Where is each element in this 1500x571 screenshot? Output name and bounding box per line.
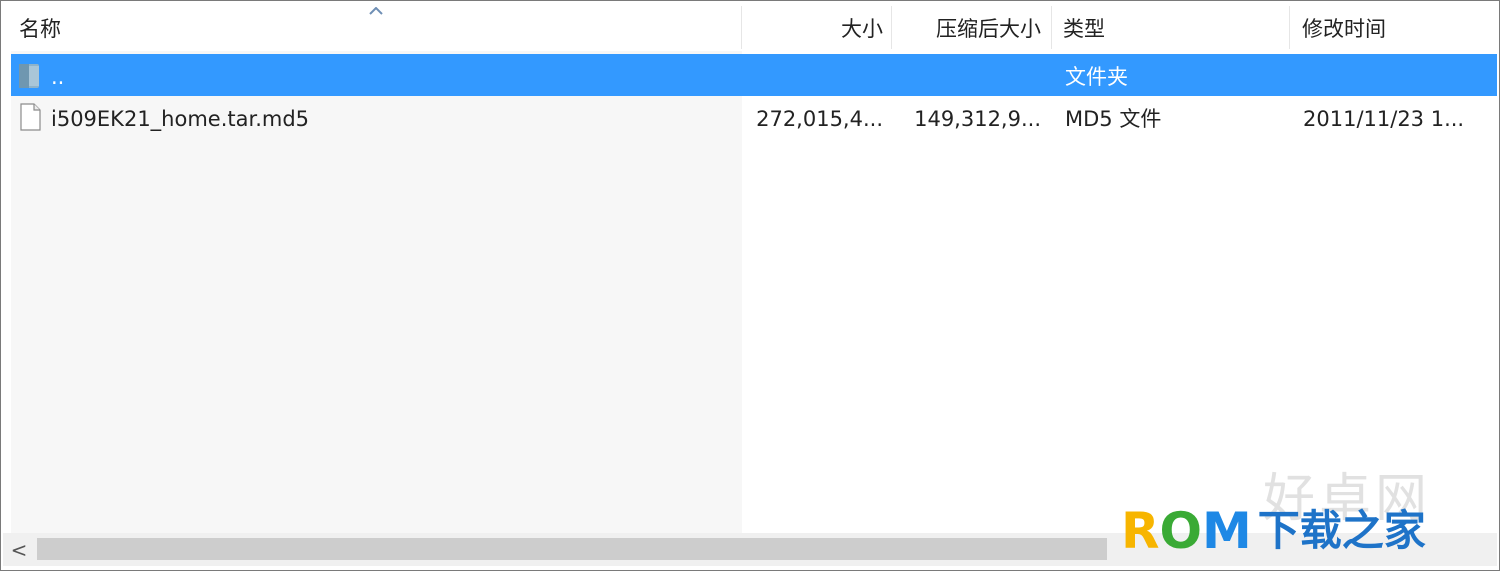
file-packed-size: 149,312,9... [914,107,1041,131]
file-size [742,54,883,96]
list-item-file[interactable]: i509EK21_home.tar.md5 272,015,4... 149,3… [11,96,1497,138]
watermark-rom-text: ROM [1121,502,1252,560]
column-header-bar: 名称 大小 压缩后大小 类型 修改时间 [11,6,1489,49]
column-header-type[interactable]: 类型 [1063,6,1283,49]
file-name: i509EK21_home.tar.md5 [51,107,310,131]
column-header-name[interactable]: 名称 [19,6,399,49]
column-header-modified[interactable]: 修改时间 [1302,6,1482,49]
file-type: 文件夹 [1065,65,1128,89]
folder-icon [19,64,39,88]
file-size: 272,015,4... [756,107,883,131]
scrollbar-thumb[interactable] [37,538,1107,560]
column-header-size[interactable]: 大小 [742,6,883,49]
watermark-download-home-text: 下载之家 [1257,506,1426,555]
file-modified [1303,54,1483,96]
file-type: MD5 文件 [1065,107,1162,131]
file-packed-size [892,54,1041,96]
column-divider[interactable] [1289,6,1290,49]
archive-file-list-window: 名称 大小 压缩后大小 类型 修改时间 .. 文件夹 i509EK21_home… [0,0,1500,571]
column-header-packed-size[interactable]: 压缩后大小 [892,6,1041,49]
file-modified: 2011/11/23 1... [1303,107,1465,131]
file-name: .. [51,65,65,89]
list-item-parent-folder[interactable]: .. 文件夹 [11,54,1497,96]
scroll-left-arrow-icon[interactable]: < [7,537,31,563]
file-icon [20,103,41,131]
column-divider[interactable] [1051,6,1052,49]
watermark-brand-logo: ROM 下载之家 [1121,503,1426,559]
